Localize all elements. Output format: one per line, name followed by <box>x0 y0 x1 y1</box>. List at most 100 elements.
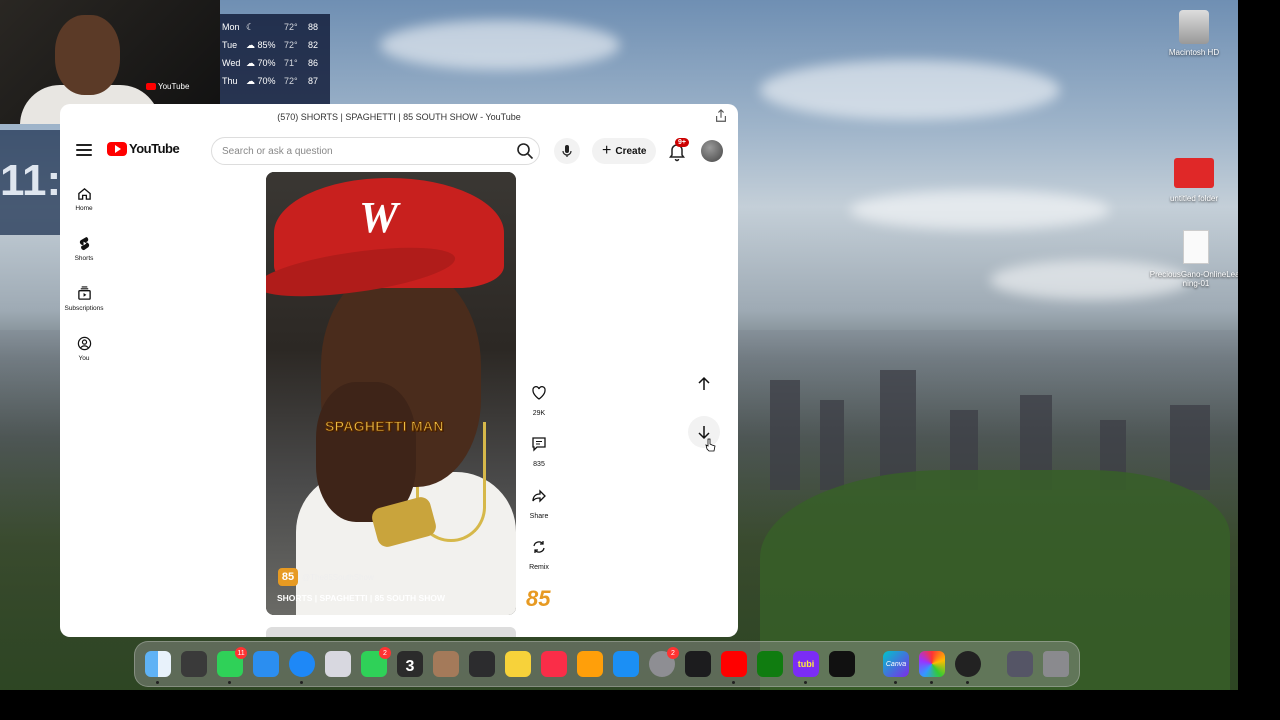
rain-icon: ☁ 85% <box>246 39 276 50</box>
sidebar-item-label: Home <box>75 205 93 212</box>
weather-low: 71° <box>284 58 298 68</box>
voice-search-button[interactable] <box>554 138 580 164</box>
share-action[interactable] <box>525 482 553 510</box>
trash-icon[interactable] <box>1043 651 1069 677</box>
share-button[interactable]: Share <box>524 482 554 520</box>
cap-logo-icon: W <box>359 193 399 242</box>
webcam-label-text: YouTube <box>158 82 190 91</box>
comments-button[interactable]: 835 <box>524 430 554 468</box>
messages-icon[interactable]: 11 <box>217 647 247 684</box>
system-settings-icon[interactable]: 2 <box>649 647 679 677</box>
search-input[interactable]: Search or ask a question <box>211 137 540 165</box>
sidebar-item-shorts[interactable]: Shorts <box>60 224 108 274</box>
facetime-icon[interactable]: 2 <box>361 647 391 677</box>
youtube-logo-text: YouTube <box>129 141 180 156</box>
notification-badge: 9+ <box>675 138 689 147</box>
create-label: Create <box>615 145 647 157</box>
remix-icon <box>533 541 545 553</box>
xcode-icon[interactable] <box>325 651 351 677</box>
building <box>820 400 844 490</box>
cloud <box>850 190 1110 230</box>
mail-icon[interactable] <box>253 651 279 677</box>
desktop-icon-document[interactable]: PreciousGano-OnlineLearning-01 <box>1149 230 1238 288</box>
rain-icon: ☁ 70% <box>246 57 276 68</box>
sidebar-item-home[interactable]: Home <box>60 174 108 224</box>
channel-avatar-text: 85 <box>526 586 551 611</box>
heart-icon <box>532 386 546 400</box>
photos-icon[interactable] <box>919 651 945 684</box>
channel-handle-text: @The85SouthShow <box>302 572 374 582</box>
youtube-logo[interactable]: YouTube <box>107 141 180 156</box>
youtube-app-icon[interactable] <box>721 651 747 684</box>
facetime-badge: 2 <box>379 647 391 659</box>
desktop-icon-macintosh-hd[interactable]: Macintosh HD <box>1149 10 1238 57</box>
sidebar-item-label: Subscriptions <box>64 305 104 312</box>
safari-icon[interactable] <box>289 651 315 684</box>
reminders-icon[interactable] <box>469 651 495 677</box>
pages-icon[interactable] <box>577 651 603 677</box>
create-button[interactable]: + Create <box>592 138 657 164</box>
previous-short-button[interactable] <box>688 368 720 400</box>
desktop-icon-untitled-folder[interactable]: untitled folder <box>1149 158 1238 203</box>
youtube-header: YouTube Search or ask a question + Creat… <box>60 130 738 174</box>
sidebar-item-subscriptions[interactable]: Subscriptions <box>60 274 108 324</box>
sidebar: Home Shorts Subscriptions You <box>60 174 108 374</box>
share-icon[interactable] <box>714 109 728 123</box>
weather-low: 72° <box>284 76 298 86</box>
hard-drive-icon <box>1179 10 1209 44</box>
avatar[interactable] <box>701 140 723 162</box>
video-caption: SPAGHETTI MAN <box>325 418 444 435</box>
next-short-preview[interactable] <box>266 627 516 637</box>
weather-row: Tue ☁ 85% 72° 82 <box>222 36 328 54</box>
obs-icon[interactable] <box>955 651 981 684</box>
like-button[interactable]: 29K <box>524 379 554 417</box>
channel-handle[interactable]: 85 @The85SouthShow <box>278 568 374 586</box>
channel-avatar-logo[interactable]: 85 <box>526 586 552 612</box>
search-placeholder: Search or ask a question <box>222 145 333 157</box>
terminal-icon[interactable] <box>685 651 711 677</box>
share-label: Share <box>529 513 549 520</box>
tubi-label: tubi <box>797 659 815 669</box>
cloud <box>380 20 620 70</box>
search-icon[interactable] <box>515 141 535 161</box>
weather-row: Thu ☁ 70% 72° 87 <box>222 72 328 90</box>
tubi-icon[interactable]: tubi <box>793 651 819 684</box>
remix-label: Remix <box>529 564 549 571</box>
settings-badge: 2 <box>667 647 679 659</box>
launchpad-icon[interactable] <box>181 651 207 677</box>
hamburger-menu-icon[interactable] <box>76 142 92 158</box>
remix-action[interactable] <box>525 533 553 561</box>
notes-icon[interactable] <box>505 651 531 677</box>
clock-text: 11:4 <box>0 156 60 205</box>
sidebar-item-you[interactable]: You <box>60 324 108 374</box>
app-store-icon[interactable] <box>613 651 639 677</box>
finder-icon[interactable] <box>145 651 171 684</box>
like-count: 29K <box>532 410 546 417</box>
weather-day: Tue <box>222 40 238 50</box>
music-icon[interactable] <box>541 651 567 677</box>
weather-widget: Mon ☾ 72° 88 Tue ☁ 85% 72° 82 Wed ☁ 70% … <box>220 14 330 106</box>
folder-icon <box>1174 158 1214 188</box>
rain-icon: ☁ 70% <box>246 75 276 86</box>
cloud <box>760 60 1060 120</box>
downloads-stack-icon[interactable] <box>1007 651 1033 677</box>
xbox-icon[interactable] <box>757 651 783 677</box>
comments-action[interactable] <box>525 430 553 458</box>
like-action[interactable] <box>525 379 553 407</box>
messages-badge: 11 <box>235 647 247 659</box>
contacts-icon[interactable] <box>433 651 459 677</box>
roku-icon[interactable] <box>829 651 855 677</box>
weather-precip: 70% <box>257 57 276 68</box>
weather-low: 72° <box>284 22 298 32</box>
building <box>1170 405 1210 490</box>
short-video-player[interactable]: W SPAGHETTI MAN 85 @The85SouthShow SHORT… <box>266 172 516 615</box>
weather-low: 72° <box>284 40 298 50</box>
remix-button[interactable]: Remix <box>524 533 554 571</box>
weather-high: 88 <box>308 22 319 32</box>
desktop-icon-label: Macintosh HD <box>1168 48 1220 57</box>
calendar-icon[interactable]: 3 <box>397 651 423 677</box>
browser-window: (570) SHORTS | SPAGHETTI | 85 SOUTH SHOW… <box>60 104 738 637</box>
weather-precip: 85% <box>257 39 276 50</box>
moon-icon: ☾ <box>246 21 257 32</box>
canva-icon[interactable]: Canva <box>883 651 909 684</box>
